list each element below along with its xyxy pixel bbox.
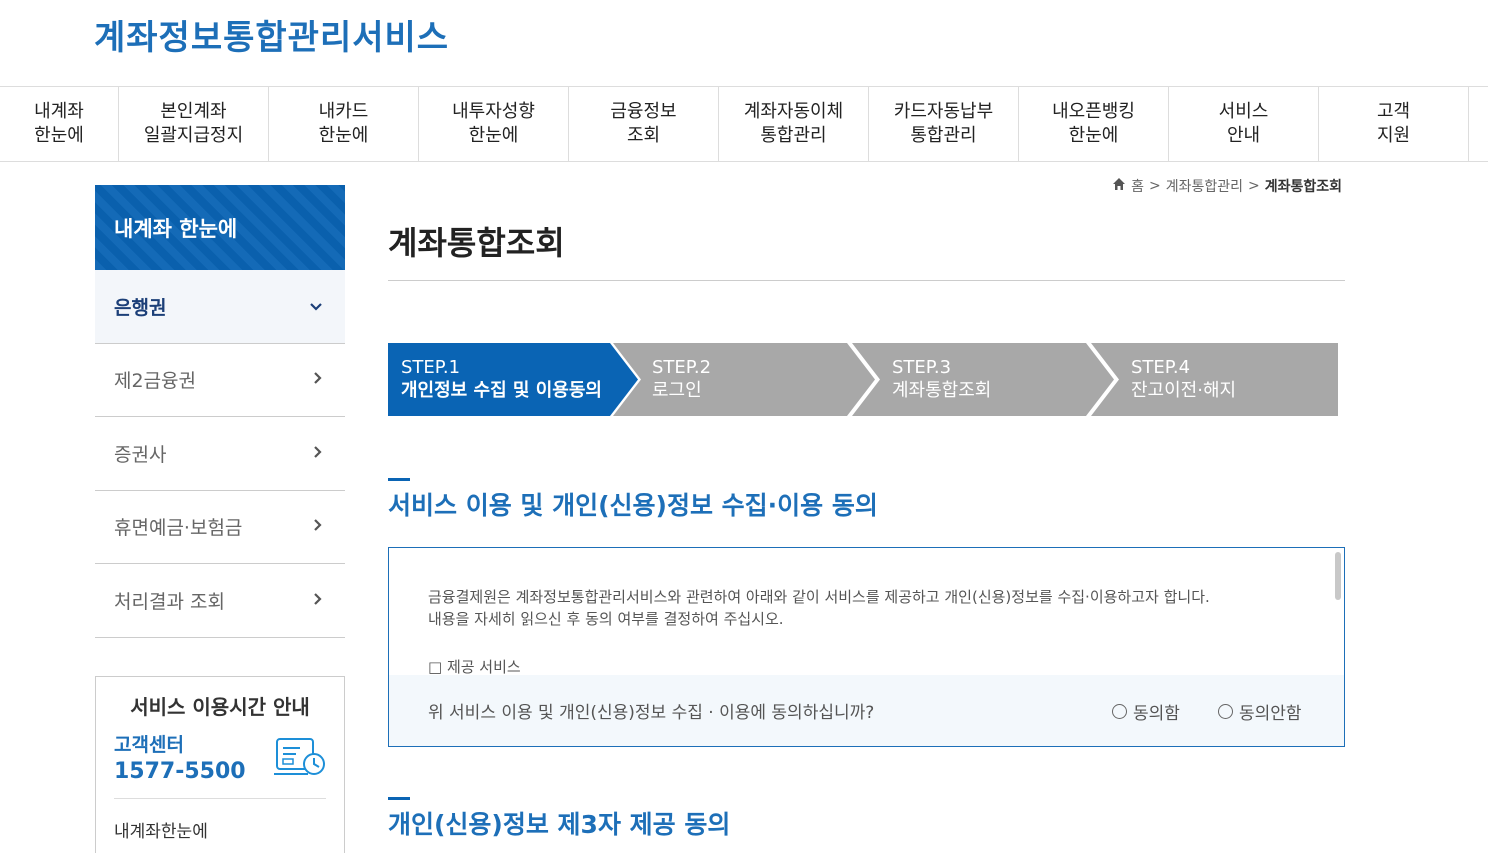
customer-center: 고객센터 1577-5500 — [114, 730, 326, 799]
sidebar-item-label: 은행권 — [114, 296, 167, 319]
step-number: STEP.3 — [892, 357, 952, 378]
radio-circle-icon — [1218, 704, 1233, 719]
breadcrumb-separator: > — [1247, 178, 1260, 194]
breadcrumb-separator: > — [1148, 178, 1161, 194]
chevron-right-icon — [313, 591, 323, 610]
consent-text-scroll[interactable]: 금융결제원은 계좌정보통합관리서비스와 관련하여 아래와 같이 서비스를 제공하… — [389, 548, 1344, 675]
step-label: 로그인 — [652, 380, 702, 401]
gnb-item-account-suspend[interactable]: 본인계좌 일괄지급정지 — [119, 87, 269, 161]
sidebar-item-dormant-deposits[interactable]: 휴면예금·보험금 — [95, 491, 345, 564]
consent-box: 금융결제원은 계좌정보통합관리서비스와 관련하여 아래와 같이 서비스를 제공하… — [388, 547, 1345, 747]
step-label: 계좌통합조회 — [892, 380, 992, 401]
chevron-right-icon — [313, 517, 323, 536]
step-progress: STEP.1 개인정보 수집 및 이용동의 STEP.2 로그인 STEP.3 … — [388, 343, 1338, 416]
breadcrumb-level1[interactable]: 계좌통합관리 — [1166, 176, 1243, 196]
sidebar-item-label: 휴면예금·보험금 — [114, 517, 243, 540]
breadcrumb-current: 계좌통합조회 — [1264, 179, 1342, 195]
consent-question: 위 서비스 이용 및 개인(신용)정보 수집 · 이용에 동의하십니까? — [428, 703, 875, 723]
customer-center-label: 고객센터 — [114, 733, 184, 756]
sidebar: 내계좌 한눈에 은행권 제2금융권 증권사 휴면예금·보험금 처리결과 조회 서… — [95, 185, 345, 853]
consent-body-line: 내용을 자세히 읽으신 후 동의 여부를 결정하여 주십시오. — [428, 610, 784, 628]
gnb-item-open-banking[interactable]: 내오픈뱅킹 한눈에 — [1019, 87, 1169, 161]
global-nav: 내계좌 한눈에 본인계좌 일괄지급정지 내카드 한눈에 내투자성향 한눈에 금융… — [0, 86, 1488, 162]
step-1: STEP.1 개인정보 수집 및 이용동의 — [388, 343, 638, 416]
section-accent-bar — [388, 478, 410, 481]
step-2: STEP.2 로그인 — [613, 343, 875, 416]
section-title-third-party: 개인(신용)정보 제3자 제공 동의 — [388, 810, 731, 839]
gnb-item-my-accounts[interactable]: 내계좌 한눈에 — [0, 87, 119, 161]
gnb-item-auto-transfer[interactable]: 계좌자동이체 통합관리 — [719, 87, 869, 161]
breadcrumb-home[interactable]: 홈 — [1131, 176, 1144, 196]
radio-circle-icon — [1112, 704, 1127, 719]
sidebar-item-result-inquiry[interactable]: 처리결과 조회 — [95, 564, 345, 638]
chevron-down-icon — [309, 297, 323, 316]
site-logo[interactable]: 계좌정보통합관리서비스 — [94, 10, 449, 59]
my-accounts-link[interactable]: 내계좌한눈에 — [114, 799, 326, 842]
agree-label: 동의함 — [1133, 704, 1180, 724]
gnb-item-card-autopay[interactable]: 카드자동납부 통합관리 — [869, 87, 1019, 161]
step-label: 잔고이전·해지 — [1131, 380, 1237, 401]
step-number: STEP.2 — [652, 357, 712, 378]
breadcrumb: 홈 > 계좌통합관리 > 계좌통합조회 — [1112, 176, 1342, 196]
scrollbar-thumb[interactable] — [1335, 552, 1341, 600]
section-title-consent: 서비스 이용 및 개인(신용)정보 수집·이용 동의 — [388, 491, 878, 520]
consent-body-line: 금융결제원은 계좌정보통합관리서비스와 관련하여 아래와 같이 서비스를 제공하… — [428, 588, 1210, 606]
disagree-label: 동의안함 — [1239, 704, 1302, 724]
chevron-right-icon — [313, 370, 323, 389]
gnb-item-financial-info[interactable]: 금융정보 조회 — [569, 87, 719, 161]
sidebar-item-label: 처리결과 조회 — [114, 590, 225, 613]
sidebar-item-securities[interactable]: 증권사 — [95, 417, 345, 491]
step-4: STEP.4 잔고이전·해지 — [1091, 343, 1338, 416]
step-label: 개인정보 수집 및 이용동의 — [401, 380, 602, 401]
home-icon[interactable] — [1112, 177, 1126, 195]
consent-question-row: 위 서비스 이용 및 개인(신용)정보 수집 · 이용에 동의하십니까? 동의함… — [389, 675, 1344, 746]
sidebar-item-secondary-finance[interactable]: 제2금융권 — [95, 344, 345, 417]
customer-center-phone: 1577-5500 — [114, 758, 246, 784]
gnb-item-investment-profile[interactable]: 내투자성향 한눈에 — [419, 87, 569, 161]
sidebar-item-bank[interactable]: 은행권 — [95, 270, 345, 344]
gnb-item-customer-support[interactable]: 고객 지원 — [1319, 87, 1469, 161]
sidebar-title: 내계좌 한눈에 — [95, 185, 345, 270]
chevron-right-icon — [313, 444, 323, 463]
page-title: 계좌통합조회 — [388, 224, 565, 262]
sidebar-menu: 은행권 제2금융권 증권사 휴면예금·보험금 처리결과 조회 — [95, 270, 345, 638]
step-3: STEP.3 계좌통합조회 — [852, 343, 1114, 416]
step-number: STEP.4 — [1131, 357, 1191, 378]
disagree-radio[interactable]: 동의안함 — [1218, 699, 1302, 724]
title-divider — [388, 280, 1345, 281]
consent-item-heading: □ 제공 서비스 — [428, 658, 521, 675]
section-accent-bar — [388, 797, 410, 800]
step-number: STEP.1 — [401, 357, 461, 378]
service-hours-box: 서비스 이용시간 안내 고객센터 1577-5500 내계좌한눈에 — [95, 675, 345, 853]
agree-radio[interactable]: 동의함 — [1112, 699, 1180, 724]
calendar-clock-icon — [274, 734, 326, 780]
gnb-item-my-cards[interactable]: 내카드 한눈에 — [269, 87, 419, 161]
gnb-item-service-guide[interactable]: 서비스 안내 — [1169, 87, 1319, 161]
sidebar-item-label: 증권사 — [114, 443, 167, 466]
sidebar-item-label: 제2금융권 — [114, 370, 197, 393]
service-hours-title: 서비스 이용시간 안내 — [130, 694, 310, 719]
